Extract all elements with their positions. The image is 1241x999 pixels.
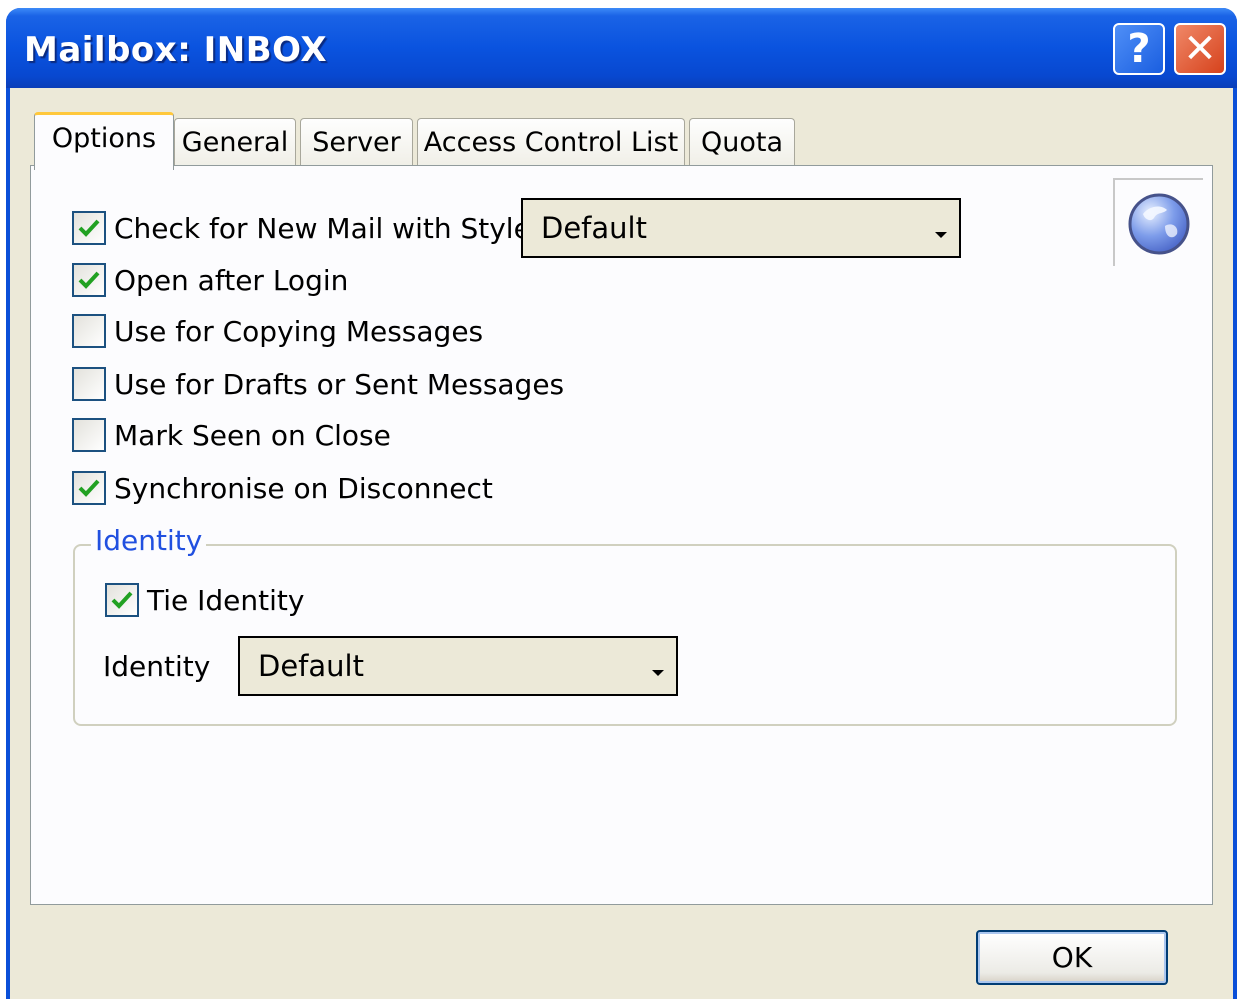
check-icon: [111, 591, 133, 609]
tab-server[interactable]: Server: [300, 118, 413, 166]
close-button[interactable]: ✕: [1174, 23, 1226, 75]
tab-general[interactable]: General: [174, 118, 296, 166]
identity-field-label: Identity: [103, 650, 211, 683]
tab-label: Access Control List: [423, 127, 679, 158]
globe-icon: [1128, 193, 1190, 255]
identity-select-value: Default: [258, 649, 364, 683]
use-for-drafts-label: Use for Drafts or Sent Messages: [114, 367, 565, 401]
mark-seen-row: Mark Seen on Close: [72, 417, 391, 453]
mailbox-icon-frame: [1113, 178, 1203, 266]
tie-identity-checkbox[interactable]: [105, 583, 139, 617]
tab-label: Options: [51, 123, 157, 154]
ok-button[interactable]: OK: [976, 930, 1168, 985]
synchronise-row: Synchronise on Disconnect: [72, 470, 493, 506]
tab-access-control-list[interactable]: Access Control List: [417, 118, 685, 166]
use-for-drafts-row: Use for Drafts or Sent Messages: [72, 366, 564, 402]
synchronise-label: Synchronise on Disconnect: [114, 471, 493, 505]
open-after-login-checkbox[interactable]: [72, 263, 106, 297]
help-button[interactable]: ?: [1113, 23, 1165, 75]
close-icon: ✕: [1183, 26, 1217, 72]
identity-groupbox: Identity Tie Identity Identity Default: [73, 524, 1177, 726]
chevron-down-icon: [935, 232, 947, 238]
identity-group-legend: Identity: [91, 524, 207, 557]
tab-options[interactable]: Options: [34, 112, 174, 170]
options-tab-panel: Check for New Mail with Style: Default O…: [30, 165, 1213, 905]
identity-select[interactable]: Default: [238, 636, 678, 696]
dialog-window: Mailbox: INBOX ? ✕ Options General Serve…: [6, 8, 1237, 999]
check-new-mail-row: Check for New Mail with Style:: [72, 210, 540, 246]
mark-seen-label: Mark Seen on Close: [114, 418, 391, 452]
check-icon: [78, 479, 100, 497]
dialog-client-area: Options General Server Access Control Li…: [10, 88, 1233, 999]
tab-label: Server: [312, 127, 401, 158]
tab-label: Quota: [700, 127, 783, 158]
use-for-copying-label: Use for Copying Messages: [114, 314, 484, 348]
use-for-copying-checkbox[interactable]: [72, 314, 106, 348]
ok-button-label: OK: [1051, 941, 1093, 974]
check-new-mail-checkbox[interactable]: [72, 211, 106, 245]
help-icon: ?: [1127, 26, 1151, 72]
tie-identity-row: Tie Identity: [105, 582, 304, 618]
use-for-drafts-checkbox[interactable]: [72, 367, 106, 401]
check-icon: [78, 219, 100, 237]
synchronise-checkbox[interactable]: [72, 471, 106, 505]
title-bar[interactable]: Mailbox: INBOX ? ✕: [6, 8, 1237, 88]
check-style-value: Default: [541, 211, 647, 245]
window-title: Mailbox: INBOX: [24, 30, 328, 70]
check-icon: [78, 271, 100, 289]
tab-quota[interactable]: Quota: [689, 118, 795, 166]
open-after-login-label: Open after Login: [114, 263, 349, 297]
check-new-mail-label: Check for New Mail with Style:: [114, 211, 541, 245]
tie-identity-label: Tie Identity: [147, 583, 305, 617]
check-style-select[interactable]: Default: [521, 198, 961, 258]
mark-seen-checkbox[interactable]: [72, 418, 106, 452]
chevron-down-icon: [652, 670, 664, 676]
open-after-login-row: Open after Login: [72, 262, 348, 298]
use-for-copying-row: Use for Copying Messages: [72, 313, 483, 349]
tab-label: General: [181, 127, 289, 158]
